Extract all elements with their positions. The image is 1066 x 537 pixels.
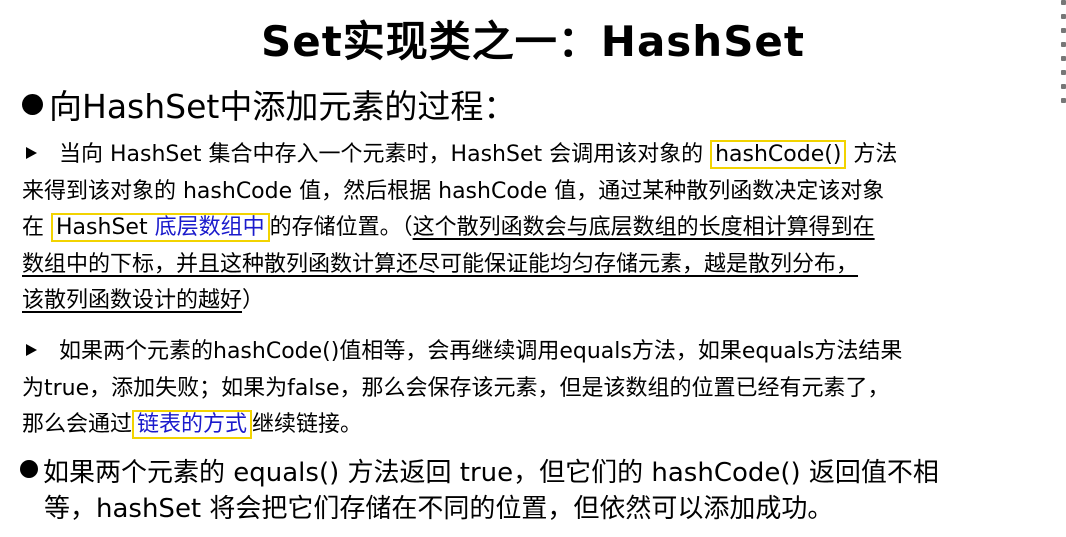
p1-line-5: 该散列函数设计的越好）	[22, 288, 265, 313]
paragraph-different-hash: 如果两个元素的 equals() 方法返回 true，但它们的 hashCode…	[20, 455, 939, 527]
p2-line-3: 那么会通过 链表的方式 继续链接。	[22, 410, 363, 439]
highlight-underlying-array: HashSet 底层数组中	[51, 213, 270, 242]
section-heading: 向HashSet中添加元素的过程：	[22, 82, 516, 132]
highlight-linked-list: 链表的方式	[132, 410, 253, 439]
bullet-dot-icon	[22, 94, 43, 115]
paragraph-hash-process: 当向 HashSet 集合中存入一个元素时，HashSet 会调用该对象的 ha…	[22, 137, 897, 320]
arrow-bullet-icon	[26, 147, 37, 159]
p2-line-1: 如果两个元素的hashCode()值相等，会再继续调用equals方法，如果eq…	[22, 334, 902, 371]
section-heading-text: 向HashSet中添加元素的过程：	[49, 87, 517, 126]
p2-line-2: 为true，添加失败；如果为false，那么会保存该元素，但是该数组的位置已经有…	[22, 375, 890, 401]
highlight-hashcode: hashCode()	[710, 140, 847, 169]
edge-dots-decoration	[1058, 0, 1066, 130]
p3-line-1: 如果两个元素的 equals() 方法返回 true，但它们的 hashCode…	[20, 455, 939, 491]
bullet-dot-icon	[20, 460, 38, 478]
p1-line-4: 数组中的下标，并且这种散列函数计算还尽可能保证能均匀存储元素，越是散列分布，	[22, 251, 859, 277]
slide-title: Set实现类之一：HashSet	[260, 17, 805, 66]
p3-line-2: 等，hashSet 将会把它们存储在不同的位置，但依然可以添加成功。	[44, 494, 834, 524]
p1-line-2: 来得到该对象的 hashCode 值，然后根据 hashCode 值，通过某种散…	[22, 178, 885, 204]
p1-line-1: 当向 HashSet 集合中存入一个元素时，HashSet 会调用该对象的 ha…	[22, 137, 897, 174]
paragraph-equals-check: 如果两个元素的hashCode()值相等，会再继续调用equals方法，如果eq…	[22, 334, 902, 444]
p1-line-3: 在 HashSet 底层数组中 的存储位置。（这个散列函数会与底层数组的长度相计算…	[22, 213, 875, 242]
arrow-bullet-icon	[26, 344, 37, 356]
